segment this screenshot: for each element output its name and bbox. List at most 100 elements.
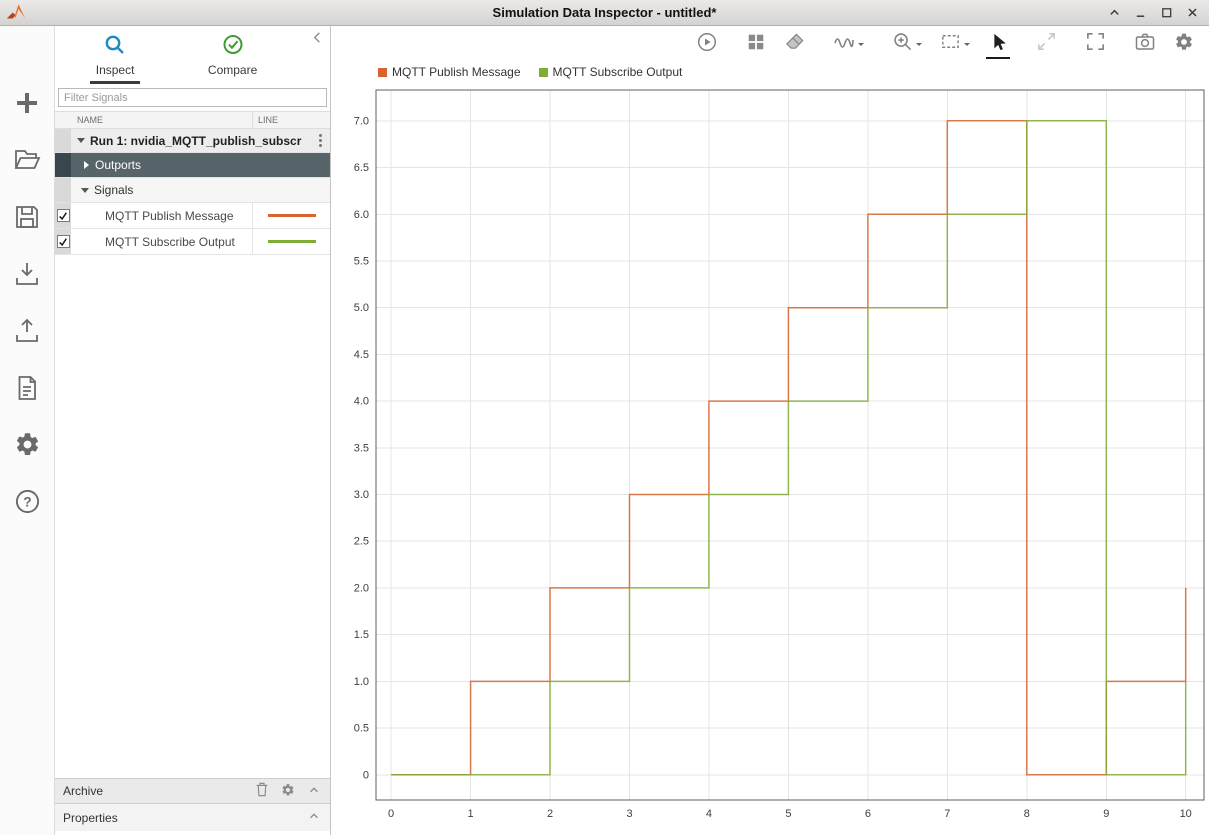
left-toolbar: ? <box>0 26 55 835</box>
filter-signals-input[interactable] <box>58 88 327 107</box>
svg-text:1.0: 1.0 <box>354 676 369 688</box>
svg-text:1.5: 1.5 <box>354 629 369 641</box>
expand-arrows-icon <box>1036 31 1057 55</box>
archive-bar[interactable]: Archive <box>55 778 330 803</box>
open-button[interactable] <box>11 145 43 177</box>
plot-area: MQTT Publish Message MQTT Subscribe Outp… <box>331 26 1209 835</box>
properties-bar[interactable]: Properties <box>55 803 330 831</box>
svg-text:10: 10 <box>1180 808 1192 820</box>
row-gutter <box>55 178 71 202</box>
run-row[interactable]: Run 1: nvidia_MQTT_publish_subscr <box>55 129 330 153</box>
signal-name: MQTT Publish Message <box>105 208 234 223</box>
pointer-button[interactable] <box>985 30 1011 59</box>
svg-text:3.5: 3.5 <box>354 442 369 454</box>
legend-swatch <box>378 67 387 77</box>
preferences-button[interactable] <box>11 430 43 462</box>
properties-collapse-button[interactable] <box>304 808 324 828</box>
tab-inspect[interactable]: Inspect <box>89 33 141 84</box>
snapshot-button[interactable] <box>1131 30 1159 56</box>
signal-line-preview[interactable] <box>252 229 330 254</box>
outports-label: Outports <box>95 158 142 172</box>
tab-compare[interactable]: Compare <box>202 33 263 84</box>
zoom-button[interactable] <box>889 30 925 56</box>
cursor-icon <box>988 32 1008 55</box>
gear-icon <box>281 783 295 800</box>
clear-plots-button[interactable] <box>781 30 808 56</box>
line-swatch <box>267 240 316 243</box>
fullscreen-button[interactable] <box>1082 30 1109 56</box>
export-icon <box>13 317 41 348</box>
svg-text:8: 8 <box>1024 808 1030 820</box>
gear-icon <box>14 431 41 461</box>
signal-checkbox[interactable] <box>56 209 70 222</box>
export-button[interactable] <box>11 316 43 348</box>
sidebar-tabs: Inspect Compare <box>55 26 330 84</box>
gear-icon <box>1174 32 1194 55</box>
minimize-button[interactable] <box>1131 4 1149 22</box>
line-style-button[interactable] <box>830 30 867 56</box>
run-menu-icon[interactable] <box>319 134 322 147</box>
legend: MQTT Publish Message MQTT Subscribe Outp… <box>331 60 1209 84</box>
row-gutter <box>55 203 71 228</box>
signals-label: Signals <box>94 183 134 197</box>
window-title: Simulation Data Inspector - untitled* <box>492 5 717 20</box>
svg-text:5.0: 5.0 <box>354 302 369 314</box>
shade-window-button[interactable] <box>1105 4 1123 22</box>
svg-text:1: 1 <box>468 808 474 820</box>
tree-item-signals[interactable]: Signals <box>55 178 330 203</box>
run-label: Run 1: nvidia_MQTT_publish_subscr <box>90 133 302 148</box>
svg-text:0: 0 <box>363 769 369 781</box>
layout-button[interactable] <box>743 30 769 56</box>
column-header-line: LINE <box>252 112 330 128</box>
time-plot[interactable]: 0 1 2 3 4 5 6 7 8 9 10 0 0.5 1.0 1.5 2.0 2.5 3.0 3.5 4.0 4.5… <box>331 84 1209 835</box>
replay-button[interactable] <box>693 30 721 56</box>
save-button[interactable] <box>11 202 43 234</box>
signal-name: MQTT Subscribe Output <box>105 234 235 249</box>
chart-canvas[interactable]: 0 1 2 3 4 5 6 7 8 9 10 0 0.5 1.0 1.5 2.0 2.5 3.0 3.5 4.0 4.5… <box>331 84 1209 835</box>
close-button[interactable] <box>1183 4 1201 22</box>
report-icon <box>13 374 41 405</box>
legend-label: MQTT Publish Message <box>392 65 521 79</box>
import-button[interactable] <box>11 259 43 291</box>
expand-right-icon[interactable] <box>84 161 89 169</box>
signal-checkbox[interactable] <box>56 235 70 248</box>
legend-label: MQTT Subscribe Output <box>552 65 683 79</box>
svg-text:2: 2 <box>547 808 553 820</box>
report-button[interactable] <box>11 373 43 405</box>
fit-to-view-button[interactable] <box>1033 30 1060 56</box>
collapse-panel-button[interactable] <box>312 32 323 46</box>
signal-line-preview[interactable] <box>252 203 330 228</box>
svg-text:0: 0 <box>388 808 394 820</box>
svg-text:4.0: 4.0 <box>354 396 369 408</box>
svg-text:7.0: 7.0 <box>354 115 369 127</box>
expand-down-icon[interactable] <box>77 138 85 143</box>
help-icon: ? <box>14 488 41 518</box>
archive-settings-button[interactable] <box>278 781 298 801</box>
svg-text:5.5: 5.5 <box>354 256 369 268</box>
maximize-button[interactable] <box>1157 4 1175 22</box>
save-icon <box>13 203 41 234</box>
signal-wave-icon <box>833 31 855 56</box>
camera-icon <box>1134 31 1156 56</box>
archive-collapse-button[interactable] <box>304 781 324 801</box>
eraser-icon <box>784 31 805 55</box>
svg-text:6.0: 6.0 <box>354 209 369 221</box>
plot-settings-button[interactable] <box>1171 30 1197 56</box>
help-button[interactable]: ? <box>11 487 43 519</box>
signal-list-empty-area <box>55 255 330 778</box>
svg-text:4: 4 <box>706 808 712 820</box>
svg-text:6.5: 6.5 <box>354 162 369 174</box>
zoom-region-button[interactable] <box>937 30 973 56</box>
plus-icon <box>13 89 41 120</box>
signal-row-subscribe[interactable]: MQTT Subscribe Output <box>55 229 330 255</box>
legend-item-subscribe[interactable]: MQTT Subscribe Output <box>538 65 683 79</box>
signal-row-publish[interactable]: MQTT Publish Message <box>55 203 330 229</box>
chevron-up-icon <box>308 784 320 799</box>
legend-item-publish[interactable]: MQTT Publish Message <box>378 65 521 79</box>
tree-item-outports[interactable]: Outports <box>55 153 330 178</box>
expand-down-icon[interactable] <box>81 187 89 193</box>
chevron-up-icon <box>308 810 320 825</box>
grid-layout-icon <box>746 32 766 55</box>
add-button[interactable] <box>11 88 43 120</box>
delete-archive-button[interactable] <box>252 781 272 801</box>
